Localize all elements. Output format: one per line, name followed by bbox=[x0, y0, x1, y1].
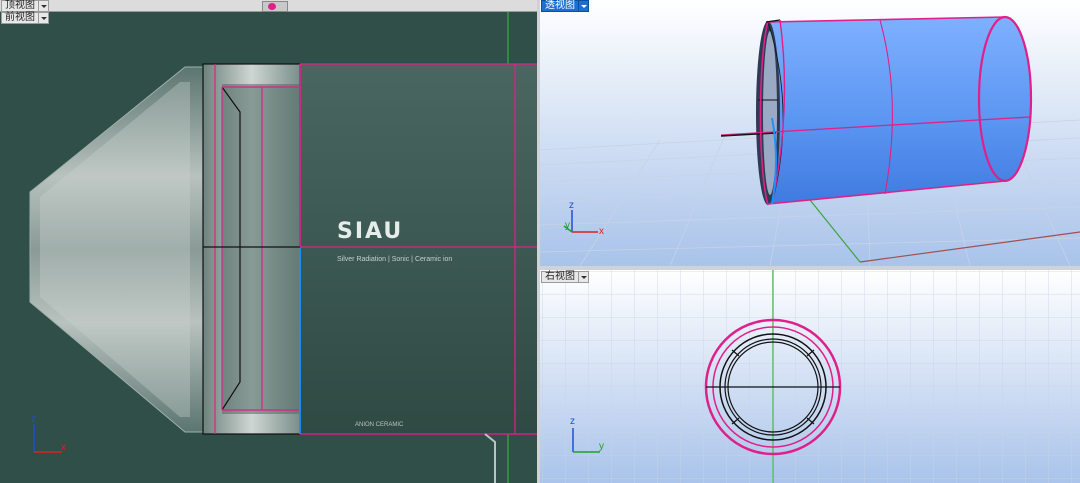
right-viewport[interactable]: z y bbox=[540, 270, 1080, 483]
top-view-label[interactable]: 顶视图 bbox=[1, 0, 49, 12]
right-view-label-text: 右视图 bbox=[541, 271, 578, 283]
axis-x-label: x bbox=[599, 226, 604, 237]
point-marker-icon bbox=[268, 3, 276, 10]
bottom-label: ANION CERAMIC bbox=[355, 422, 404, 428]
main-body bbox=[300, 64, 537, 434]
top-view-label-text: 顶视图 bbox=[1, 0, 38, 12]
right-view-label[interactable]: 右视图 bbox=[541, 271, 589, 283]
chevron-down-icon[interactable] bbox=[578, 271, 589, 283]
chevron-down-icon[interactable] bbox=[578, 0, 589, 12]
brand-tagline: Silver Radiation | Sonic | Ceramic ion bbox=[337, 256, 453, 263]
front-view-label-text: 前视图 bbox=[1, 12, 38, 24]
right-view-canvas bbox=[540, 270, 1080, 483]
chevron-down-icon[interactable] bbox=[38, 0, 49, 12]
cylinder-body bbox=[768, 17, 1031, 204]
axis-z-label: z bbox=[31, 414, 36, 425]
right-grid bbox=[540, 270, 1080, 483]
brand-logo: SIAU bbox=[337, 219, 404, 244]
axis-y-label: y bbox=[565, 220, 570, 231]
front-viewport[interactable]: SIAU Silver Radiation | Sonic | Ceramic … bbox=[0, 12, 537, 483]
perspective-view-label-text: 透视图 bbox=[541, 0, 578, 12]
chevron-down-icon[interactable] bbox=[38, 12, 49, 24]
axis-x-label: x bbox=[61, 442, 66, 453]
axis-z-label: z bbox=[569, 200, 574, 211]
front-view-canvas bbox=[29, 12, 537, 483]
front-view-label[interactable]: 前视图 bbox=[1, 12, 49, 24]
perspective-view-label[interactable]: 透视图 bbox=[541, 0, 589, 12]
axis-y-label: y bbox=[599, 441, 604, 452]
perspective-viewport[interactable]: z x y bbox=[540, 0, 1080, 266]
axis-z-label: z bbox=[570, 416, 575, 427]
perspective-view-canvas bbox=[540, 0, 1080, 266]
